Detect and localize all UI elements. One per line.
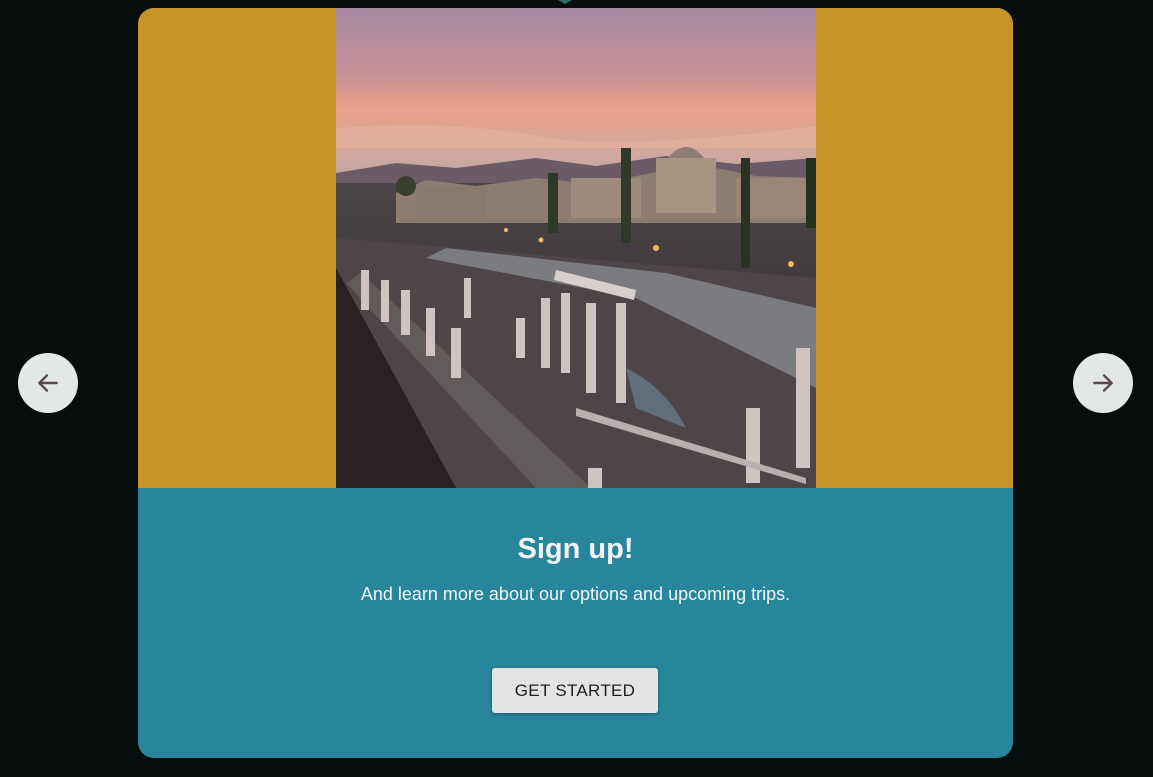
- slide-title: Sign up!: [517, 533, 634, 565]
- carousel: Sign up! And learn more about our option…: [0, 0, 1153, 777]
- previous-slide-button[interactable]: [18, 353, 78, 413]
- carousel-slide: Sign up! And learn more about our option…: [138, 8, 1013, 758]
- arrow-left-icon: [38, 374, 58, 392]
- slide-content: Sign up! And learn more about our option…: [138, 488, 1013, 758]
- slide-subtitle: And learn more about our options and upc…: [360, 584, 791, 604]
- slide-media: [138, 8, 1013, 488]
- carousel-indicator-icon: [558, 0, 572, 4]
- next-slide-button[interactable]: [1073, 353, 1133, 413]
- arrow-right-icon: [1093, 374, 1113, 392]
- ruins-photo: [336, 8, 816, 488]
- get-started-button[interactable]: GET STARTED: [492, 668, 658, 713]
